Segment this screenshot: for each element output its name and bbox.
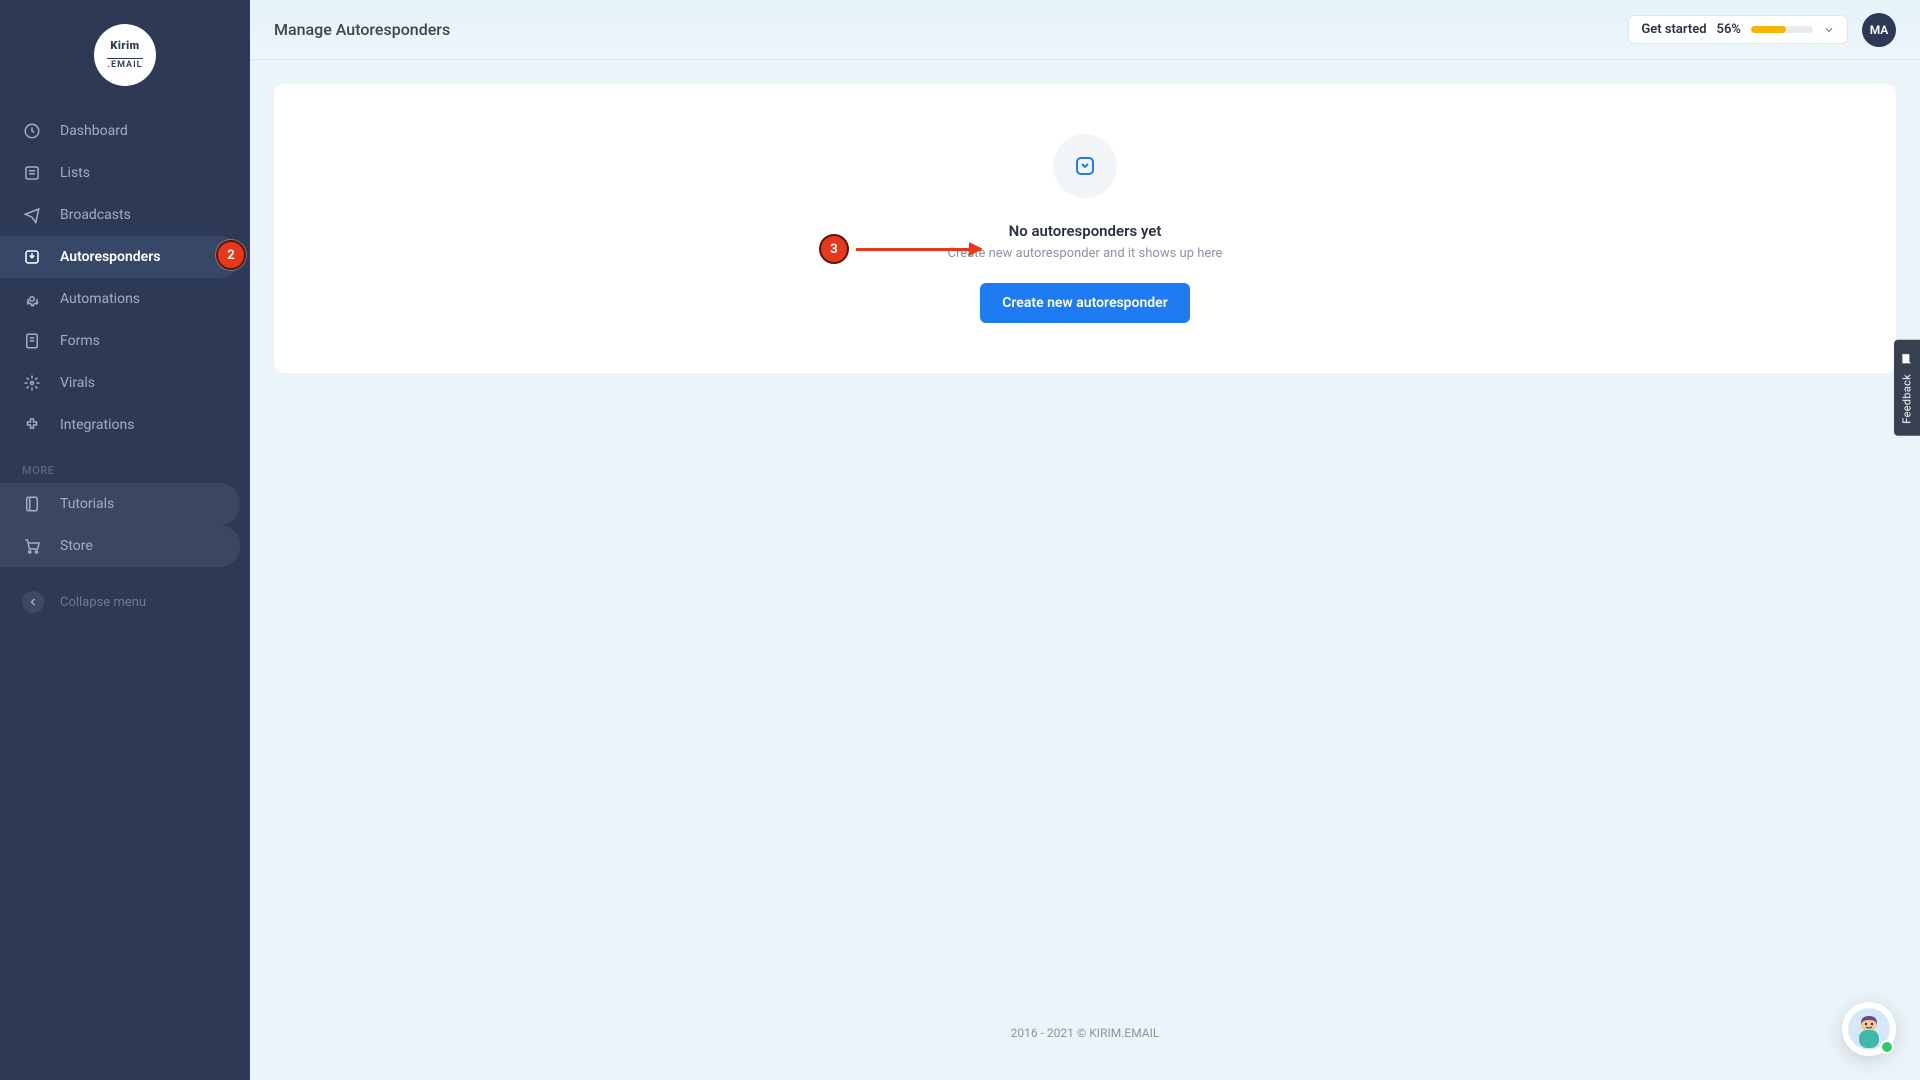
- sidebar-item-store[interactable]: Store: [0, 525, 240, 567]
- logo-text-main: Kirim: [103, 39, 147, 52]
- store-icon: [22, 536, 42, 556]
- chat-widget[interactable]: [1842, 1002, 1896, 1056]
- sidebar-item-label: Automations: [60, 291, 140, 307]
- integrations-icon: [22, 415, 42, 435]
- avatar[interactable]: MA: [1862, 13, 1896, 47]
- broadcasts-icon: [22, 205, 42, 225]
- logo-text-sub: .EMAIL: [107, 58, 142, 70]
- sidebar-item-virals[interactable]: Virals: [0, 362, 250, 404]
- get-started-pct: 56%: [1717, 22, 1741, 37]
- empty-state-card: No autoresponders yet Create new autores…: [274, 84, 1896, 373]
- progress-fill: [1751, 26, 1786, 33]
- sidebar-item-integrations[interactable]: Integrations: [0, 404, 250, 446]
- lists-icon: [22, 163, 42, 183]
- chevron-down-icon: [1823, 24, 1835, 36]
- tutorials-icon: [22, 494, 42, 514]
- empty-state-title: No autoresponders yet: [1009, 222, 1162, 240]
- sidebar-item-tutorials[interactable]: Tutorials: [0, 483, 240, 525]
- annotation-badge-3: 3: [819, 234, 849, 264]
- logo[interactable]: Kirim .EMAIL: [94, 24, 156, 86]
- virals-icon: [22, 373, 42, 393]
- feedback-label: Feedback: [1901, 374, 1914, 424]
- empty-state-icon: [1053, 134, 1117, 198]
- chat-status-indicator: [1880, 1040, 1894, 1054]
- sidebar-item-label: Lists: [60, 165, 90, 181]
- annotation-badge-2: 2: [216, 240, 246, 270]
- logo-container: Kirim .EMAIL: [0, 16, 250, 110]
- sidebar-item-label: Broadcasts: [60, 207, 131, 223]
- autoresponders-icon: [22, 247, 42, 267]
- sidebar-item-lists[interactable]: Lists: [0, 152, 250, 194]
- automations-icon: [22, 289, 42, 309]
- get-started-label: Get started: [1641, 22, 1706, 37]
- sidebar-item-autoresponders[interactable]: Autoresponders 2: [0, 236, 240, 278]
- sidebar-item-forms[interactable]: Forms: [0, 320, 250, 362]
- dashboard-icon: [22, 121, 42, 141]
- feedback-icon: [1900, 352, 1914, 366]
- sidebar-item-label: Virals: [60, 375, 95, 391]
- progress-bar: [1751, 26, 1813, 33]
- sidebar-item-label: Dashboard: [60, 123, 128, 139]
- sidebar-item-label: Store: [60, 538, 93, 554]
- collapse-menu-button[interactable]: Collapse menu: [0, 579, 250, 625]
- sidebar-item-label: Autoresponders: [60, 249, 160, 265]
- sidebar-item-label: Tutorials: [60, 496, 114, 512]
- footer-text: 2016 - 2021 © KIRIM.EMAIL: [274, 1010, 1896, 1056]
- sidebar-item-automations[interactable]: Automations: [0, 278, 250, 320]
- page-title: Manage Autoresponders: [274, 20, 450, 39]
- sidebar-section-more: MORE: [0, 446, 250, 483]
- sidebar: Kirim .EMAIL Dashboard Lists Broadcasts: [0, 0, 250, 1080]
- header: Manage Autoresponders Get started 56% MA: [250, 0, 1920, 60]
- feedback-tab[interactable]: Feedback: [1894, 340, 1920, 436]
- sidebar-item-label: Integrations: [60, 417, 134, 433]
- sidebar-item-dashboard[interactable]: Dashboard: [0, 110, 250, 152]
- annotation-arrow: [856, 248, 981, 251]
- forms-icon: [22, 331, 42, 351]
- main-content: Manage Autoresponders Get started 56% MA: [250, 0, 1920, 1080]
- get-started-button[interactable]: Get started 56%: [1628, 15, 1848, 44]
- sidebar-item-broadcasts[interactable]: Broadcasts: [0, 194, 250, 236]
- sidebar-item-label: Forms: [60, 333, 100, 349]
- chevron-left-icon: [22, 591, 44, 613]
- empty-state-subtitle: Create new autoresponder and it shows up…: [948, 246, 1223, 261]
- create-autoresponder-button[interactable]: Create new autoresponder: [980, 283, 1190, 323]
- collapse-label: Collapse menu: [60, 595, 146, 610]
